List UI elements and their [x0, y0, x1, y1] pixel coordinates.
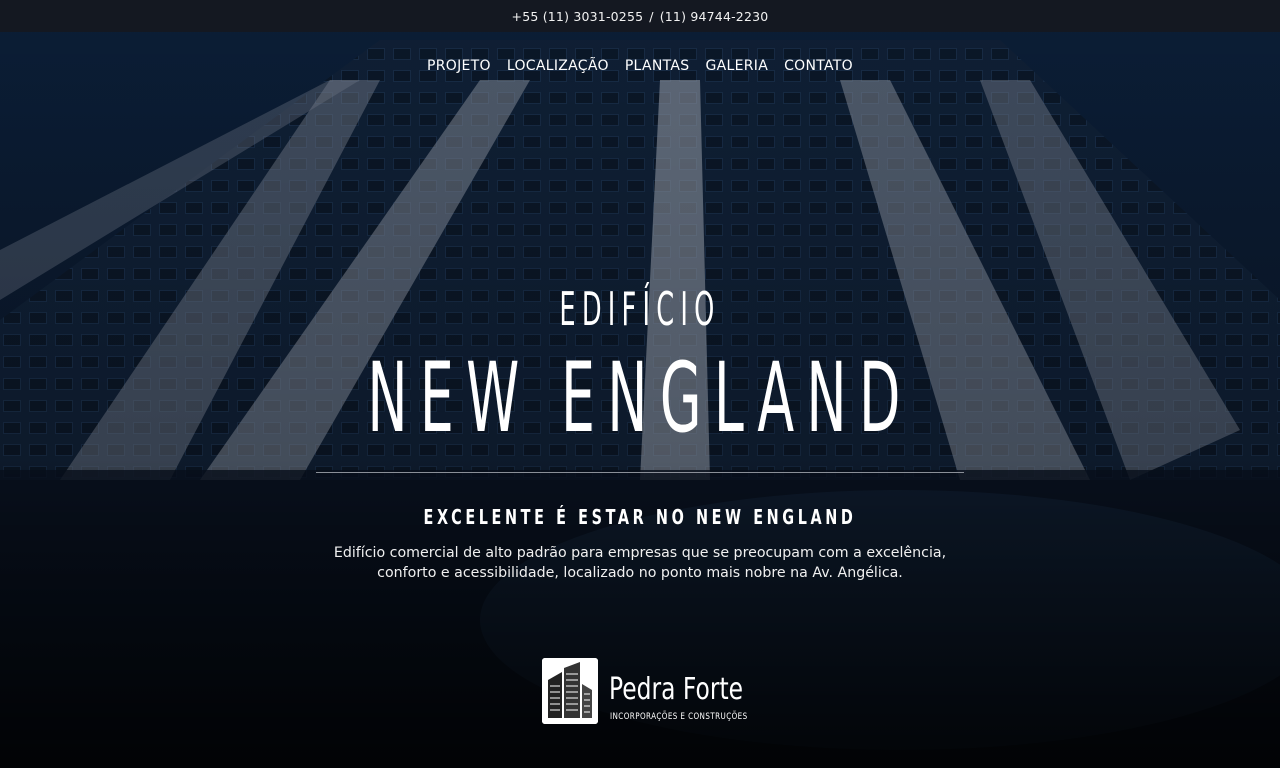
logo-name: Pedra Forte — [609, 672, 744, 707]
hero-kicker: EDIFÍCIO — [559, 282, 721, 336]
hero-title: NEW ENGLAND — [367, 342, 913, 454]
nav-item-projeto[interactable]: PROJETO — [427, 58, 491, 74]
hero-description-line-1: Edifício comercial de alto padrão para e… — [333, 545, 947, 561]
phone-primary[interactable]: +55 (11) 3031-0255 — [512, 9, 644, 24]
hero-divider — [316, 472, 964, 473]
main-nav: PROJETO LOCALIZAÇÃO PLANTAS GALERIA CONT… — [0, 58, 1280, 74]
nav-item-contato[interactable]: CONTATO — [784, 58, 853, 74]
contact-topbar: +55 (11) 3031-0255 / (11) 94744-2230 — [0, 0, 1280, 32]
building-logo-icon — [542, 658, 598, 724]
hero-description-line-2: conforto e acessibilidade, localizado no… — [377, 565, 903, 581]
phone-secondary[interactable]: (11) 94744-2230 — [660, 9, 769, 24]
nav-item-galeria[interactable]: GALERIA — [705, 58, 768, 74]
hero-tagline: EXCELENTE É ESTAR NO NEW ENGLAND — [423, 505, 857, 529]
company-logo[interactable]: Pedra Forte INCORPORAÇÕES E CONSTRUÇÕES — [542, 658, 747, 726]
phone-separator: / — [649, 8, 654, 24]
nav-item-plantas[interactable]: PLANTAS — [625, 58, 690, 74]
hero-description: Edifício comercial de alto padrão para e… — [290, 543, 990, 583]
logo-subtitle: INCORPORAÇÕES E CONSTRUÇÕES — [610, 712, 748, 722]
nav-item-localizacao[interactable]: LOCALIZAÇÃO — [507, 58, 609, 74]
